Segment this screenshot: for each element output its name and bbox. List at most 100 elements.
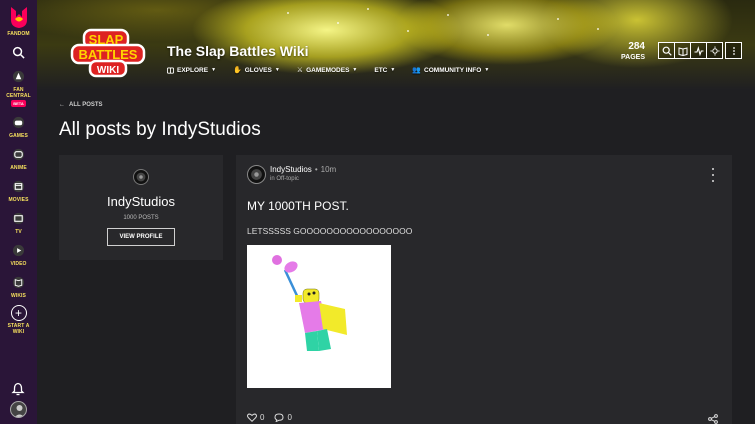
page-count-number: 284 <box>628 41 645 52</box>
page-root: FANDOM FAN CENTRAL BETA GAMES ANIME MOVI… <box>0 0 755 424</box>
wikis-icon[interactable] <box>10 273 28 291</box>
people-icon: 👥 <box>412 67 422 74</box>
fandom-label: FANDOM <box>7 31 30 37</box>
start-wiki-label[interactable]: START A WIKI <box>8 323 30 335</box>
hand-icon: ✋ <box>233 67 242 74</box>
activity-button[interactable] <box>690 42 707 59</box>
post-title[interactable]: MY 1000TH POST. <box>247 199 349 213</box>
chevron-down-icon: ▼ <box>211 67 217 73</box>
tv-label[interactable]: TV <box>15 229 22 235</box>
profile-post-count: 1000 POSTS <box>123 215 159 221</box>
page-title: All posts by IndyStudios <box>59 119 261 140</box>
global-navigation: FANDOM FAN CENTRAL BETA GAMES ANIME MOVI… <box>0 0 37 424</box>
activity-icon <box>694 45 703 56</box>
profile-avatar[interactable] <box>133 169 149 185</box>
view-profile-button[interactable]: VIEW PROFILE <box>107 228 175 246</box>
wiki-title[interactable]: The Slap Battles Wiki <box>167 43 308 59</box>
nav-community-label: COMMUNITY INFO <box>424 66 482 74</box>
banner-sparkle <box>487 34 489 36</box>
comment-icon <box>274 413 284 422</box>
sun-icon <box>710 46 719 55</box>
search-icon <box>662 46 672 56</box>
roblox-character-illustration <box>272 255 347 351</box>
games-icon[interactable] <box>10 113 28 131</box>
comment-button[interactable]: 0 <box>274 413 292 422</box>
nav-gamemodes-label: GAMEMODES <box>306 66 350 74</box>
banner-sparkle <box>597 28 599 30</box>
theme-toggle-button[interactable] <box>706 42 723 59</box>
book-icon <box>678 46 687 56</box>
banner-sparkle <box>287 12 289 14</box>
wiki-header: SLAP BATTLES WIKI The Slap Battles Wiki … <box>37 0 755 90</box>
post-image[interactable] <box>247 245 391 388</box>
wiki-tools <box>658 42 742 59</box>
search-icon[interactable] <box>10 43 28 61</box>
video-icon[interactable] <box>10 241 28 259</box>
nav-explore-label: EXPLORE <box>177 66 209 74</box>
post-actions: 0 0 <box>247 413 292 422</box>
anime-label[interactable]: ANIME <box>10 165 27 171</box>
kebab-menu-icon <box>732 46 735 55</box>
chevron-down-icon: ▼ <box>484 67 490 73</box>
separator-dot: • <box>314 165 318 174</box>
like-button[interactable]: 0 <box>247 413 264 422</box>
logo-text-battles: BATTLES <box>79 47 138 62</box>
share-icon[interactable] <box>708 414 718 424</box>
discuss-button[interactable] <box>674 42 691 59</box>
tv-icon[interactable] <box>10 209 28 227</box>
post-category[interactable]: in Off-topic <box>270 176 299 182</box>
anime-icon[interactable] <box>10 145 28 163</box>
profile-card: IndyStudios 1000 POSTS VIEW PROFILE <box>59 155 223 260</box>
notifications-bell-icon[interactable] <box>11 382 25 396</box>
chevron-down-icon: ▼ <box>352 67 358 73</box>
explore-icon <box>167 66 174 74</box>
nav-etc[interactable]: ETC ▼ <box>374 66 395 74</box>
slap-battles-wiki-logo[interactable]: SLAP BATTLES WIKI <box>70 28 146 78</box>
chevron-down-icon: ▼ <box>274 67 280 73</box>
wiki-navigation: EXPLORE ▼ ✋ GLOVES ▼ ⚔ GAMEMODES ▼ ETC ▼ 👥 C… <box>167 66 489 74</box>
video-label[interactable]: VIDEO <box>10 261 26 267</box>
search-button[interactable] <box>658 42 675 59</box>
nav-community-info[interactable]: 👥 COMMUNITY INFO ▼ <box>412 66 490 75</box>
post-time: 10m <box>320 165 337 174</box>
nav-explore[interactable]: EXPLORE ▼ <box>167 66 216 74</box>
all-posts-label: ALL POSTS <box>69 102 103 108</box>
logo-text-wiki: WIKI <box>97 65 119 76</box>
arrow-left-icon: ← <box>59 102 65 108</box>
nav-etc-label: ETC <box>374 66 388 74</box>
page-count-label: PAGES <box>621 54 645 61</box>
start-wiki-plus-icon[interactable]: + <box>10 305 27 321</box>
nav-gloves[interactable]: ✋ GLOVES ▼ <box>233 66 280 75</box>
logo-text-slap: SLAP <box>89 32 124 47</box>
post-author-avatar[interactable] <box>247 165 266 184</box>
games-label[interactable]: GAMES <box>9 133 28 139</box>
post-body: LETSSSSS GOOOOOOOOOOOOOOOOO <box>247 226 413 236</box>
movies-icon[interactable] <box>10 177 28 195</box>
post-author-name[interactable]: IndyStudios <box>270 165 312 174</box>
comment-count: 0 <box>287 413 292 422</box>
chevron-down-icon: ▼ <box>390 67 396 73</box>
beta-badge: BETA <box>11 100 26 107</box>
fan-central-icon[interactable] <box>10 67 28 85</box>
banner-sparkle <box>337 22 339 24</box>
post-more-options-icon[interactable] <box>708 168 718 182</box>
post-card[interactable]: IndyStudios • 10m in Off-topic MY 1000TH P… <box>236 155 732 424</box>
user-avatar[interactable] <box>10 401 27 418</box>
banner-sparkle <box>367 8 369 10</box>
wikis-label[interactable]: WIKIS <box>11 293 26 299</box>
banner-sparkle <box>407 30 409 32</box>
nav-gamemodes[interactable]: ⚔ GAMEMODES ▼ <box>296 66 358 75</box>
nav-gloves-label: GLOVES <box>244 66 272 74</box>
banner-sparkle <box>557 18 559 20</box>
page-count: 284 PAGES <box>621 41 645 62</box>
swords-icon: ⚔ <box>296 67 304 74</box>
banner-sparkle <box>447 14 449 16</box>
fandom-logo-icon[interactable] <box>8 5 30 29</box>
fan-central-label[interactable]: FAN CENTRAL <box>6 87 31 99</box>
all-posts-link[interactable]: ← ALL POSTS <box>59 102 103 108</box>
more-options-button[interactable] <box>725 42 742 59</box>
post-author-line: IndyStudios • 10m <box>270 165 336 174</box>
movies-label[interactable]: MOVIES <box>8 197 28 203</box>
heart-icon <box>247 413 257 422</box>
profile-username[interactable]: IndyStudios <box>107 194 175 209</box>
